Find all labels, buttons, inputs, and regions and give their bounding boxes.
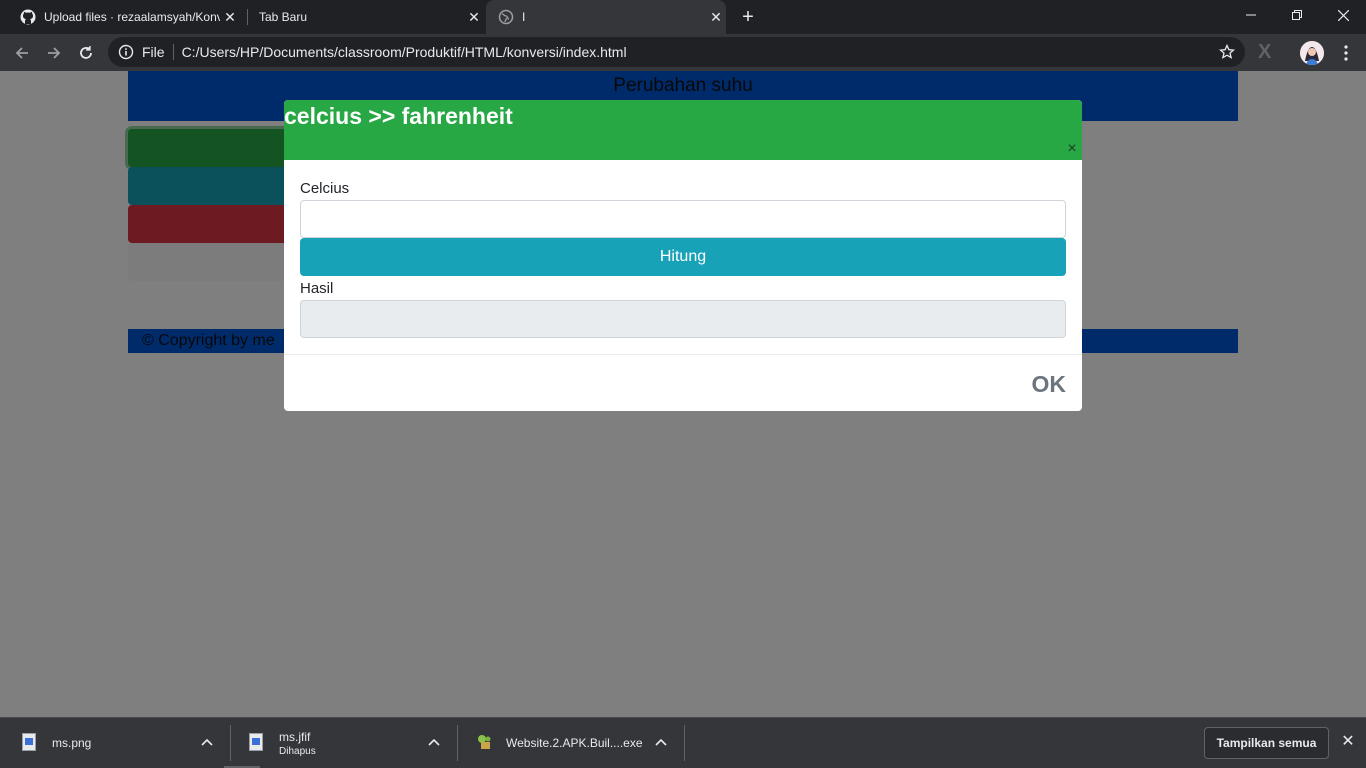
download-filename: ms.png	[52, 736, 92, 750]
reload-icon[interactable]	[72, 39, 100, 67]
chevron-up-icon[interactable]	[200, 735, 214, 749]
tab-active[interactable]: I ✕	[486, 0, 726, 34]
restore-icon[interactable]	[1274, 0, 1320, 30]
hasil-label: Hasil	[300, 280, 334, 297]
download-filename: ms.jfif	[279, 729, 311, 744]
extension-x-icon[interactable]: X	[1258, 41, 1271, 64]
menu-dots-icon[interactable]	[1338, 43, 1354, 63]
download-filename: Website.2.APK.Buil....exe	[506, 736, 643, 750]
bookmark-star-icon[interactable]	[1218, 43, 1236, 60]
download-item[interactable]: Website.2.APK.Buil....exe	[476, 718, 643, 768]
close-window-icon[interactable]	[1320, 0, 1366, 30]
chevron-up-icon[interactable]	[654, 735, 668, 749]
chevron-up-icon[interactable]	[427, 735, 441, 749]
tab-close-icon[interactable]: ✕	[706, 7, 726, 27]
download-shelf: ms.png ms.jfif Dihapus Website.2.APK.Bui…	[0, 717, 1366, 768]
page-viewport: Perubahan suhu © Copyright by me celcius…	[0, 71, 1366, 717]
back-icon[interactable]	[8, 39, 36, 67]
hasil-output	[300, 300, 1066, 338]
browser-toolbar: File C:/Users/HP/Documents/classroom/Pro…	[0, 34, 1366, 71]
image-file-icon	[249, 733, 267, 753]
profile-avatar[interactable]	[1300, 41, 1324, 65]
tab-strip: Upload files · rezaalamsyah/Konv ✕ Tab B…	[0, 0, 1366, 34]
github-icon	[20, 9, 36, 25]
tab-title: Tab Baru	[259, 10, 308, 24]
hitung-button[interactable]: Hitung	[300, 238, 1066, 276]
celcius-input[interactable]	[300, 200, 1066, 238]
address-bar[interactable]: File C:/Users/HP/Documents/classroom/Pro…	[108, 37, 1245, 67]
close-icon[interactable]: ×	[1064, 141, 1080, 157]
download-separator	[230, 725, 231, 761]
modal-footer: OK	[284, 354, 1082, 411]
info-icon[interactable]	[118, 44, 134, 60]
modal-header: celcius >> fahrenheit ×	[284, 100, 1082, 160]
download-item[interactable]: ms.jfif Dihapus	[249, 718, 316, 768]
tab-new-tab[interactable]: Tab Baru ✕	[248, 0, 484, 34]
download-separator	[684, 725, 685, 761]
download-separator	[457, 725, 458, 761]
show-all-button[interactable]: Tampilkan semua	[1204, 727, 1329, 759]
image-file-icon	[22, 733, 40, 753]
conversion-modal: celcius >> fahrenheit × Celcius Hitung H…	[284, 100, 1082, 411]
url-text[interactable]: C:/Users/HP/Documents/classroom/Produkti…	[182, 44, 627, 60]
forward-icon[interactable]	[40, 39, 68, 67]
download-item[interactable]: ms.png	[22, 718, 91, 768]
tab-title: I	[522, 10, 526, 24]
ok-button[interactable]: OK	[1032, 371, 1067, 398]
tab-title: Upload files · rezaalamsyah/Konv	[44, 10, 220, 24]
tab-close-icon[interactable]: ✕	[220, 7, 240, 27]
minimize-icon[interactable]	[1228, 0, 1274, 30]
tab-close-icon[interactable]: ✕	[464, 7, 484, 27]
globe-icon	[498, 9, 514, 25]
celcius-label: Celcius	[300, 180, 350, 197]
download-status: Dihapus	[279, 745, 316, 757]
close-icon[interactable]: ✕	[1340, 734, 1356, 750]
url-scheme: File	[142, 44, 174, 60]
new-tab-button[interactable]: +	[736, 6, 760, 28]
modal-title: celcius >> fahrenheit	[284, 103, 513, 129]
installer-icon	[476, 733, 494, 753]
tab-github[interactable]: Upload files · rezaalamsyah/Konv ✕	[14, 0, 240, 34]
